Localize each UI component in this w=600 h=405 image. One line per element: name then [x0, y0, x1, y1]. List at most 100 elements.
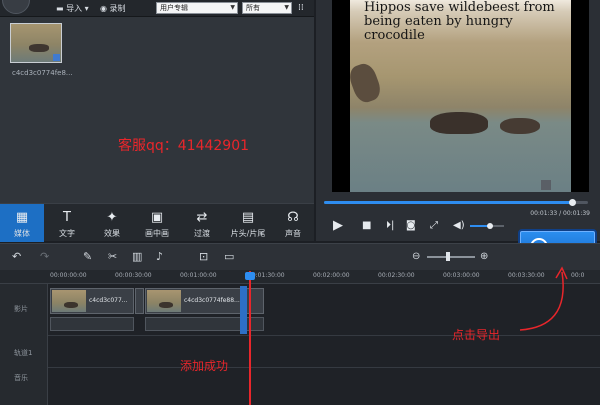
media-toolbar: ▬ 导入 ▾ ◉ 录制 用户专辑 ▼ 所有 ▼ ⁞⁞ — [0, 0, 314, 17]
tab-intro-outro[interactable]: ▤ 片头/片尾 — [225, 204, 271, 242]
video-caption: Hippos save wildebeest from being eaten … — [364, 0, 555, 43]
timecode: 00:01:33 / 00:01:39 — [530, 210, 590, 217]
annotation-added-success: 添加成功 — [180, 359, 229, 373]
chevron-down-icon: ▼ — [230, 4, 235, 11]
clip-name: c4cd3c0774fe88... — [184, 297, 240, 304]
track-label-track1: 轨道1 — [14, 349, 33, 357]
tab-label: 效果 — [104, 229, 120, 238]
track-headers: 影片 轨道1 音乐 — [0, 284, 48, 405]
redo-icon[interactable]: ↷ — [40, 251, 49, 263]
tab-label: 片头/片尾 — [230, 229, 266, 238]
timeline-clip[interactable] — [135, 288, 144, 314]
picture-in-picture-icon: ▣ — [150, 210, 164, 225]
video-preview[interactable]: Hippos save wildebeest from being eaten … — [332, 0, 589, 192]
timeline-clip[interactable]: c4cd3c0774fe88... — [145, 288, 241, 314]
tab-label: 媒体 — [14, 229, 30, 238]
category-select-value: 用户专辑 — [160, 4, 188, 12]
progress-handle[interactable] — [569, 199, 577, 206]
snapshot-icon[interactable]: ◙ — [406, 220, 416, 232]
playhead[interactable] — [249, 271, 251, 405]
filter-select[interactable]: 所有 ▼ — [242, 2, 292, 14]
undo-icon[interactable]: ↶ — [12, 251, 21, 263]
playback-progress-bar[interactable] — [324, 199, 588, 206]
tab-label: 过渡 — [194, 229, 210, 238]
timeline-clip[interactable]: c4cd3c077... — [50, 288, 134, 314]
record-label: 录制 — [109, 4, 126, 13]
clip-audio-strip[interactable] — [50, 317, 134, 331]
clip-thumbnail — [147, 290, 181, 312]
volume-icon[interactable]: ◀) — [453, 220, 465, 232]
tick-label: 00:01:00:00 — [180, 272, 217, 279]
hippo-shape — [430, 112, 488, 134]
media-area: c4cd3c0774fe8... 客服qq：41442901 — [0, 17, 314, 203]
tick-label: 00:00:30:00 — [115, 272, 152, 279]
timeline-zoom-slider[interactable] — [427, 252, 475, 261]
import-label: 导入 — [66, 4, 83, 13]
tick-label: 00:02:30:00 — [378, 272, 415, 279]
chevron-down-icon: ▾ — [84, 4, 89, 13]
tab-media[interactable]: ▦ 媒体 — [0, 204, 44, 242]
category-tabs: ▦ 媒体 T 文字 ✦ 效果 ▣ 画中画 ⇄ 过渡 ▤ 片头/片尾 ☊ 声音 — [0, 203, 315, 242]
tab-transition[interactable]: ⇄ 过渡 — [180, 204, 224, 242]
record-icon: ◉ — [100, 4, 107, 13]
view-mode-icon[interactable]: ⁞⁞ — [298, 3, 304, 13]
clip-name: c4cd3c077... — [89, 297, 128, 304]
media-thumbnail[interactable] — [10, 23, 62, 63]
edit-icon[interactable]: ✎ — [83, 251, 92, 263]
hippo-shape — [500, 118, 540, 134]
video-frame: Hippos save wildebeest from being eaten … — [350, 0, 571, 192]
tab-label: 画中画 — [145, 229, 169, 238]
track-label-video: 影片 — [14, 305, 28, 313]
volume-handle[interactable] — [487, 223, 494, 229]
volume-slider[interactable] — [470, 223, 504, 229]
zoom-handle[interactable] — [446, 252, 450, 261]
playhead-handle[interactable] — [245, 272, 255, 280]
filter-select-value: 所有 — [246, 4, 260, 12]
preview-panel: Hippos save wildebeest from being eaten … — [316, 0, 600, 241]
chevron-down-icon: ▼ — [284, 4, 289, 11]
wildebeest-shape — [350, 60, 384, 106]
tab-picture-in-picture[interactable]: ▣ 画中画 — [135, 204, 179, 242]
next-frame-icon[interactable]: ⏵| — [386, 220, 394, 232]
annotation-export-hint: 点击导出 — [452, 328, 501, 342]
media-item-name: c4cd3c0774fe8... — [12, 69, 73, 77]
play-icon[interactable]: ▶ — [333, 219, 343, 232]
music-track[interactable] — [48, 368, 600, 405]
category-select[interactable]: 用户专辑 ▼ — [156, 2, 238, 14]
zoom-in-icon[interactable]: ⊕ — [480, 251, 488, 263]
tick-label: 00:03:00:00 — [443, 272, 480, 279]
tab-label: 声音 — [285, 229, 301, 238]
stop-icon[interactable]: ■ — [362, 220, 371, 232]
track-label-music: 音乐 — [14, 374, 28, 382]
watermark-icon — [541, 180, 551, 190]
tab-sound[interactable]: ☊ 声音 — [271, 204, 315, 242]
import-button[interactable]: ▬ 导入 ▾ — [56, 3, 89, 14]
screen-icon[interactable]: ▭ — [224, 251, 234, 263]
headphones-icon: ☊ — [287, 210, 299, 225]
magic-wand-icon: ✦ — [106, 210, 118, 225]
tab-label: 文字 — [59, 229, 75, 238]
progress-fill — [324, 201, 573, 204]
text-icon: T — [63, 210, 71, 225]
tab-text[interactable]: T 文字 — [45, 204, 89, 242]
microphone-icon[interactable]: ♪ — [156, 251, 163, 263]
scissors-icon[interactable]: ✂ — [108, 251, 117, 263]
tick-label: 00:02:00:00 — [313, 272, 350, 279]
folder-icon: ▬ — [56, 4, 64, 13]
thumbnail-image — [29, 44, 49, 52]
delete-icon[interactable]: ▥ — [132, 251, 142, 263]
tab-effects[interactable]: ✦ 效果 — [90, 204, 134, 242]
film-icon: ▦ — [15, 210, 29, 225]
fullscreen-icon[interactable]: ⤢ — [430, 220, 438, 232]
clip-thumbnail — [52, 290, 86, 312]
crop-icon[interactable]: ⊡ — [199, 251, 208, 263]
app-logo-icon — [2, 0, 30, 14]
video-badge-icon — [53, 54, 60, 61]
zoom-out-icon[interactable]: ⊖ — [412, 251, 420, 263]
annotation-arrow — [519, 266, 568, 331]
media-library-panel: ▬ 导入 ▾ ◉ 录制 用户专辑 ▼ 所有 ▼ ⁞⁞ c4cd3c0774fe8… — [0, 0, 315, 242]
clapperboard-icon: ▤ — [241, 210, 255, 225]
support-contact-text: 客服qq：41442901 — [118, 138, 250, 154]
selected-clip-marker — [240, 286, 247, 334]
record-button[interactable]: ◉ 录制 — [100, 3, 126, 14]
